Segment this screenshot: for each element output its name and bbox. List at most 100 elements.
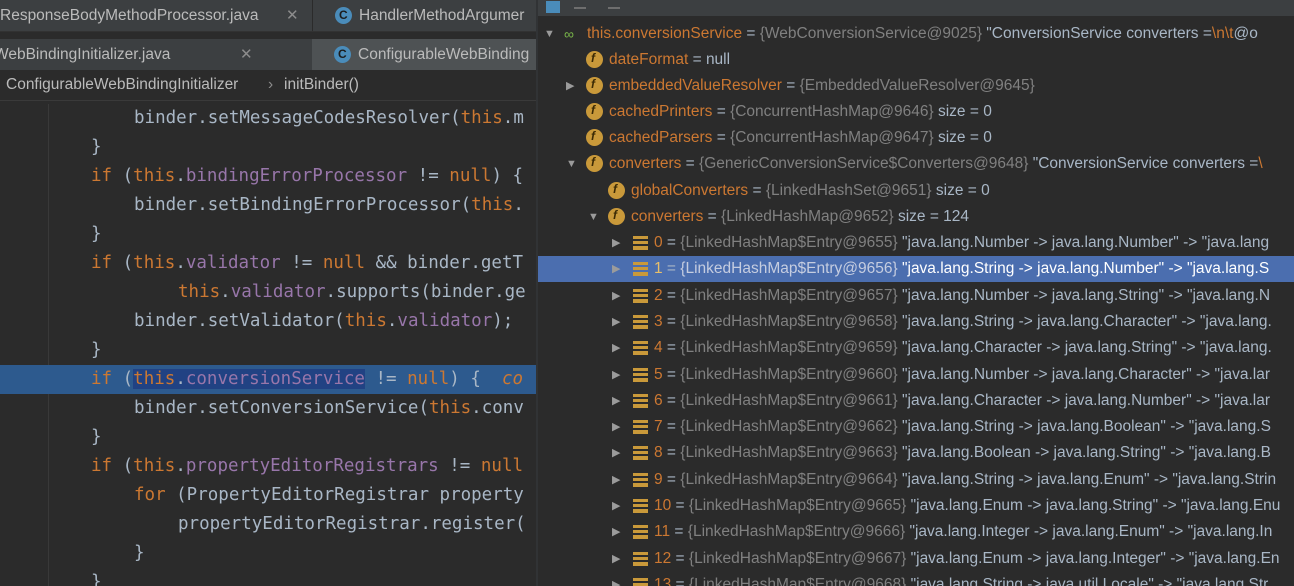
expand-arrow-icon[interactable]: ▶ [612,440,620,466]
entry-value: "java.lang.Boolean -> java.lang.String" … [897,444,1271,462]
map-entry-icon [633,236,648,250]
tab-label: WebBindingInitializer.java [0,46,171,63]
entry-type: {LinkedHashMap$Entry@9658} [680,312,898,330]
code-line: if (this.validator != null && binder.get… [91,253,524,273]
map-entry-row[interactable]: ▶ 1 = {LinkedHashMap$Entry@9656} "java.la… [538,256,1294,283]
code-line-execution-point: if (this.conversionService != null) { co [0,365,536,394]
code-line: if (this.propertyEditorRegistrars != nul… [91,456,524,476]
entry-type: {LinkedHashMap$Entry@9659} [680,339,898,357]
variable-row-cached-printers[interactable]: cachedPrinters = {ConcurrentHashMap@9646… [538,97,1294,125]
variable-row-dateformat[interactable]: dateFormat = null [538,45,1294,73]
entry-index: 8 [654,444,663,462]
class-icon [335,0,352,31]
map-entry-icon [633,499,648,513]
layout-icon[interactable] [546,1,560,13]
field-icon [608,202,625,228]
expand-arrow-icon[interactable]: ▶ [612,519,620,545]
variable-row-converters-map[interactable]: ▼ converters = {LinkedHashMap@9652} size… [538,202,1294,230]
code-line: binder.setMessageCodesResolver(this.m [134,108,524,128]
entry-index: 10 [654,497,672,514]
expand-arrow-icon[interactable]: ▶ [612,256,620,282]
entry-value: "java.lang.Number -> java.lang.String" -… [897,286,1271,304]
close-icon[interactable]: ✕ [240,39,253,70]
back-icon[interactable] [574,7,586,9]
map-entry-row[interactable]: ▶ 0 = {LinkedHashMap$Entry@9655} "java.la… [538,230,1294,256]
field-icon [586,97,603,123]
entry-value: "java.lang.Enum -> java.lang.String" -> … [906,497,1281,514]
entry-type: {LinkedHashMap$Entry@9655} [680,234,898,251]
expand-arrow-icon[interactable]: ▶ [612,467,620,493]
collapse-arrow-icon[interactable]: ▼ [588,204,599,230]
entry-value: "java.lang.String -> java.lang.Number" -… [897,260,1270,278]
map-entry-icon [633,525,648,540]
map-entry-row[interactable]: ▶ 9 = {LinkedHashMap$Entry@9664} "java.la… [538,467,1294,493]
variable-row-root[interactable]: ▼ ∞ this.conversionService = {WebConvers… [538,21,1294,47]
code-line: binder.setConversionService(this.conv [134,398,524,418]
entry-type: {LinkedHashMap$Entry@9657} [680,286,898,304]
map-entry-row[interactable]: ▶ 10 = {LinkedHashMap$Entry@9665} "java.l… [538,493,1294,519]
breadcrumb-class[interactable]: ConfigurableWebBindingInitializer [6,70,238,100]
forward-icon[interactable] [608,7,620,9]
close-icon[interactable]: ✕ [286,0,299,31]
tab-response-body-method-processor[interactable]: ResponseBodyMethodProcessor.java ✕ [0,0,306,31]
map-entry-row[interactable]: ▶ 3 = {LinkedHashMap$Entry@9658} "java.la… [538,309,1294,335]
map-entry-row[interactable]: ▶ 2 = {LinkedHashMap$Entry@9657} "java.la… [538,283,1294,309]
code-line: for (PropertyEditorRegistrar property [134,485,524,505]
map-entry-row[interactable]: ▶ 7 = {LinkedHashMap$Entry@9662} "java.la… [538,414,1294,440]
code-editor[interactable]: ResponseBodyMethodProcessor.java ✕ Handl… [0,0,536,586]
entry-value: "java.lang.String -> java.lang.Character… [897,312,1272,330]
watch-object-icon: ∞ [564,26,574,42]
code-line: } [91,340,102,360]
entry-type: {LinkedHashMap$Entry@9664} [680,470,898,488]
variable-row-embedded-value-resolver[interactable]: ▶ embeddedValueResolver = {EmbeddedValue… [538,71,1294,99]
map-entry-icon [633,420,648,435]
variable-row-converters[interactable]: ▼ converters = {GenericConversionService… [538,149,1294,177]
editor-tab-bar-row2: WebBindingInitializer.java ✕ Configurabl… [0,39,536,71]
collapse-arrow-icon[interactable]: ▼ [544,21,555,47]
entry-index: 12 [654,549,672,567]
entry-type: {LinkedHashMap$Entry@9665} [688,497,907,514]
editor-tab-bar-row1: ResponseBodyMethodProcessor.java ✕ Handl… [0,0,536,32]
map-entry-row[interactable]: ▶ 5 = {LinkedHashMap$Entry@9660} "java.la… [538,362,1294,388]
tab-label: ResponseBodyMethodProcessor.java [0,7,259,24]
tab-web-binding-initializer[interactable]: WebBindingInitializer.java ✕ [0,39,270,70]
map-entry-row[interactable]: ▶ 12 = {LinkedHashMap$Entry@9667} "java.l… [538,546,1294,572]
code-line: propertyEditorRegistrar.register( [178,514,526,534]
tab-handler-method-argument[interactable]: HandlerMethodArgumer [312,0,536,31]
entry-value: "java.lang.Number -> java.lang.Number" -… [897,234,1270,251]
map-entry-row[interactable]: ▶ 13 = {LinkedHashMap$Entry@9668} "java.l… [538,572,1294,586]
variable-row-cached-parsers[interactable]: cachedParsers = {ConcurrentHashMap@9647}… [538,123,1294,151]
field-icon [586,71,603,97]
expand-arrow-icon[interactable]: ▶ [612,335,620,361]
map-entry-icon [633,288,648,303]
expand-arrow-icon[interactable]: ▶ [612,283,620,309]
expand-arrow-icon[interactable]: ▶ [612,493,620,519]
expand-arrow-icon[interactable]: ▶ [612,546,620,572]
expand-arrow-icon[interactable]: ▶ [612,572,620,586]
map-entry-row[interactable]: ▶ 8 = {LinkedHashMap$Entry@9663} "java.la… [538,440,1294,466]
entry-value: "java.lang.String -> java.lang.Boolean" … [897,418,1271,436]
expand-arrow-icon[interactable]: ▶ [612,309,620,335]
entry-index: 6 [654,391,663,409]
tab-configurable-web-binding[interactable]: ConfigurableWebBinding [312,39,536,70]
breadcrumb-method[interactable]: initBinder() [284,70,359,100]
entry-value: "java.lang.Enum -> java.lang.Integer" ->… [906,549,1280,567]
map-entry-row[interactable]: ▶ 4 = {LinkedHashMap$Entry@9659} "java.la… [538,335,1294,361]
debugger-variables-panel[interactable]: ▼ ∞ this.conversionService = {WebConvers… [538,0,1294,586]
variable-row-global-converters[interactable]: globalConverters = {LinkedHashSet@9651} … [538,176,1294,204]
map-entry-icon [633,551,648,566]
entry-type: {LinkedHashMap$Entry@9661} [680,391,898,409]
expand-arrow-icon[interactable]: ▶ [612,230,620,256]
map-entry-row[interactable]: ▶ 6 = {LinkedHashMap$Entry@9661} "java.la… [538,388,1294,414]
debugger-toolbar [538,0,1294,16]
expand-arrow-icon[interactable]: ▶ [612,362,620,388]
expand-arrow-icon[interactable]: ▶ [566,73,574,99]
map-entry-row[interactable]: ▶ 11 = {LinkedHashMap$Entry@9666} "java.l… [538,519,1294,545]
collapse-arrow-icon[interactable]: ▼ [566,151,577,177]
expand-arrow-icon[interactable]: ▶ [612,388,620,414]
entry-value: "java.lang.Character -> java.lang.Number… [897,391,1271,409]
map-entry-icon [633,341,648,356]
expand-arrow-icon[interactable]: ▶ [612,414,620,440]
entry-type: {LinkedHashMap$Entry@9662} [680,418,898,436]
tab-label: HandlerMethodArgumer [359,7,525,24]
